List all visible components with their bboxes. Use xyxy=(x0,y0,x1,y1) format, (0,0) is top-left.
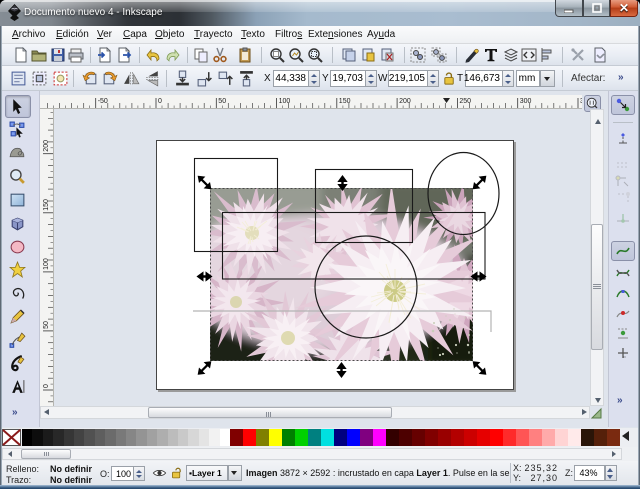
svg-text:0: 0 xyxy=(43,384,50,388)
svg-text:350: 350 xyxy=(580,98,582,105)
svg-text:50: 50 xyxy=(218,98,226,105)
svg-text:0: 0 xyxy=(158,98,162,105)
svg-text:-50: -50 xyxy=(98,98,108,105)
svg-text:50: 50 xyxy=(43,321,50,329)
